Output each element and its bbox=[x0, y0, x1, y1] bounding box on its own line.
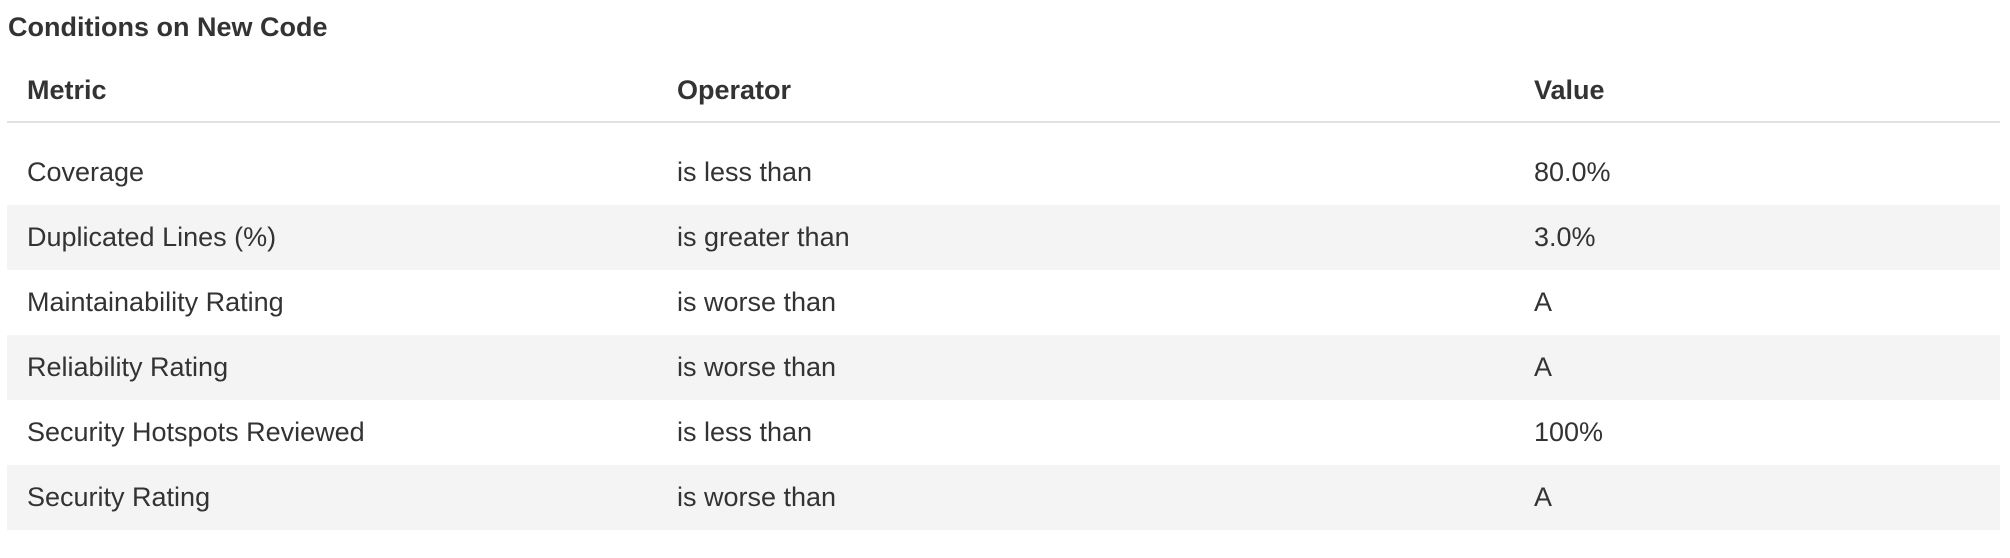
operator-cell: is worse than bbox=[657, 270, 1514, 335]
column-header-value: Value bbox=[1514, 60, 2000, 123]
value-cell: A bbox=[1514, 465, 2000, 530]
table-row: Reliability Rating is worse than A bbox=[7, 335, 2000, 400]
conditions-table: Metric Operator Value Coverage is less t… bbox=[7, 60, 2000, 530]
value-cell: 100% bbox=[1514, 400, 2000, 465]
operator-cell: is greater than bbox=[657, 205, 1514, 270]
conditions-table-body: Coverage is less than 80.0% Duplicated L… bbox=[7, 140, 2000, 530]
metric-cell: Duplicated Lines (%) bbox=[7, 205, 657, 270]
quality-gate-conditions-panel: Conditions on New Code Metric Operator V… bbox=[0, 0, 2010, 558]
metric-cell: Security Rating bbox=[7, 465, 657, 530]
metric-cell: Maintainability Rating bbox=[7, 270, 657, 335]
metric-cell: Coverage bbox=[7, 140, 657, 205]
column-header-metric: Metric bbox=[7, 60, 657, 123]
column-header-operator: Operator bbox=[657, 60, 1514, 123]
header-spacer-cell bbox=[7, 122, 2000, 140]
header-spacer bbox=[7, 122, 2000, 140]
operator-cell: is worse than bbox=[657, 465, 1514, 530]
table-row: Maintainability Rating is worse than A bbox=[7, 270, 2000, 335]
value-cell: 3.0% bbox=[1514, 205, 2000, 270]
value-cell: A bbox=[1514, 335, 2000, 400]
table-row: Coverage is less than 80.0% bbox=[7, 140, 2000, 205]
table-row: Duplicated Lines (%) is greater than 3.0… bbox=[7, 205, 2000, 270]
header-row: Metric Operator Value bbox=[7, 60, 2000, 123]
operator-cell: is less than bbox=[657, 140, 1514, 205]
section-title: Conditions on New Code bbox=[8, 12, 328, 42]
table-row: Security Hotspots Reviewed is less than … bbox=[7, 400, 2000, 465]
value-cell: A bbox=[1514, 270, 2000, 335]
operator-cell: is less than bbox=[657, 400, 1514, 465]
table-row: Security Rating is worse than A bbox=[7, 465, 2000, 530]
conditions-table-header: Metric Operator Value bbox=[7, 60, 2000, 140]
operator-cell: is worse than bbox=[657, 335, 1514, 400]
metric-cell: Security Hotspots Reviewed bbox=[7, 400, 657, 465]
value-cell: 80.0% bbox=[1514, 140, 2000, 205]
metric-cell: Reliability Rating bbox=[7, 335, 657, 400]
